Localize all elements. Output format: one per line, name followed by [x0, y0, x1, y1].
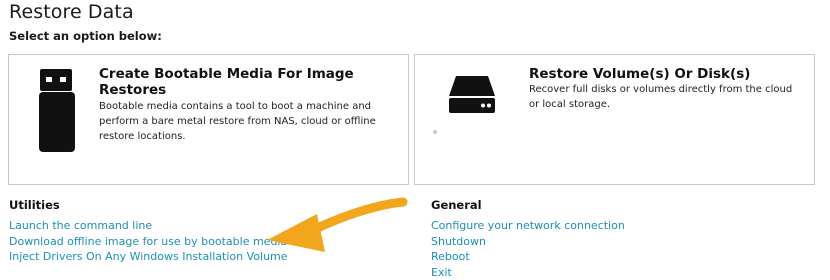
usb-drive-icon — [39, 67, 75, 157]
card-title: Create Bootable Media For Image Restores — [99, 66, 354, 98]
launch-command-line-link[interactable]: Launch the command line — [9, 219, 152, 232]
card-title: Restore Volume(s) Or Disk(s) — [529, 66, 751, 82]
general-links: Configure your network connection Shutdo… — [431, 216, 625, 279]
shutdown-link[interactable]: Shutdown — [431, 235, 486, 248]
card-description: Bootable media contains a tool to boot a… — [99, 101, 376, 142]
inject-drivers-link[interactable]: Inject Drivers On Any Windows Installati… — [9, 250, 288, 263]
annotation-arrow-icon — [255, 190, 415, 264]
utilities-heading: Utilities — [9, 198, 60, 212]
reboot-link[interactable]: Reboot — [431, 250, 470, 263]
page-subtitle: Select an option below: — [9, 29, 162, 43]
configure-network-link[interactable]: Configure your network connection — [431, 219, 625, 232]
card-description: Recover full disks or volumes directly f… — [529, 84, 793, 110]
page-title: Restore Data — [9, 1, 134, 23]
hard-disk-icon — [449, 76, 495, 118]
exit-link[interactable]: Exit — [431, 266, 452, 279]
download-offline-image-link[interactable]: Download offline image for use by bootab… — [9, 235, 287, 248]
indicator-dot — [433, 130, 437, 134]
utilities-links: Launch the command line Download offline… — [9, 216, 288, 263]
general-heading: General — [431, 198, 482, 212]
restore-volumes-card[interactable]: Restore Volume(s) Or Disk(s) Recover ful… — [414, 54, 815, 185]
create-bootable-media-card[interactable]: Create Bootable Media For Image Restores… — [8, 54, 409, 185]
